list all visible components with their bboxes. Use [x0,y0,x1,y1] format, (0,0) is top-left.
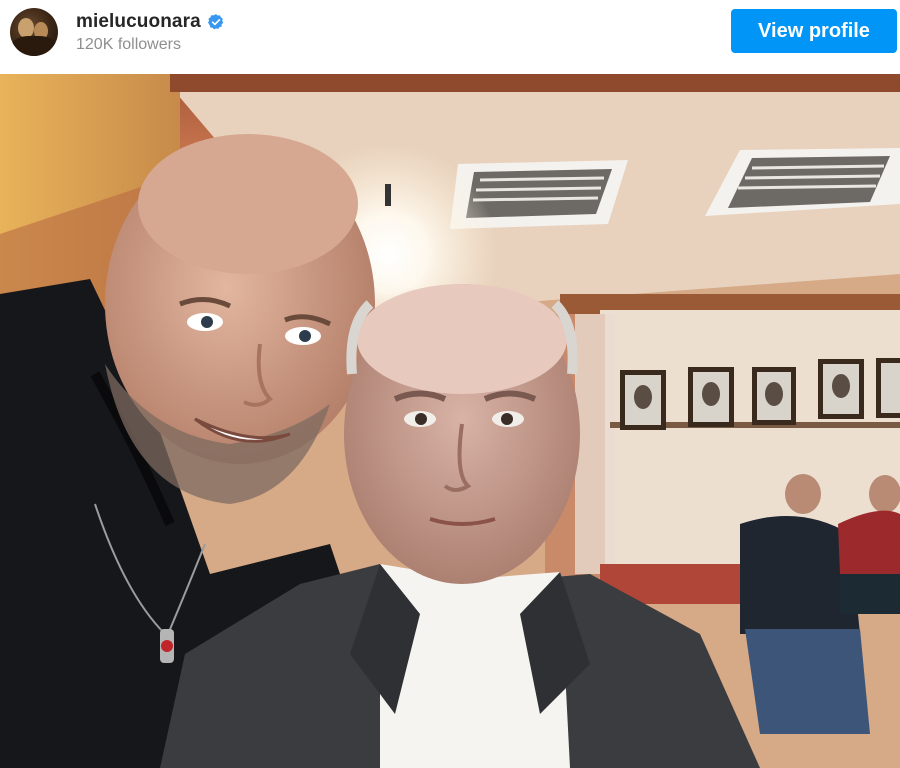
username[interactable]: mielucuonara [76,11,201,33]
view-profile-button[interactable]: View profile [731,9,897,53]
profile-avatar[interactable] [10,8,58,56]
post-photo [0,74,900,768]
verified-badge-icon [207,13,225,31]
post-header: mielucuonara 120K followers View profile [0,0,900,73]
username-row: mielucuonara [76,10,225,34]
followers-count: 120K followers [76,36,181,53]
selfie-photo-illustration [0,74,900,768]
